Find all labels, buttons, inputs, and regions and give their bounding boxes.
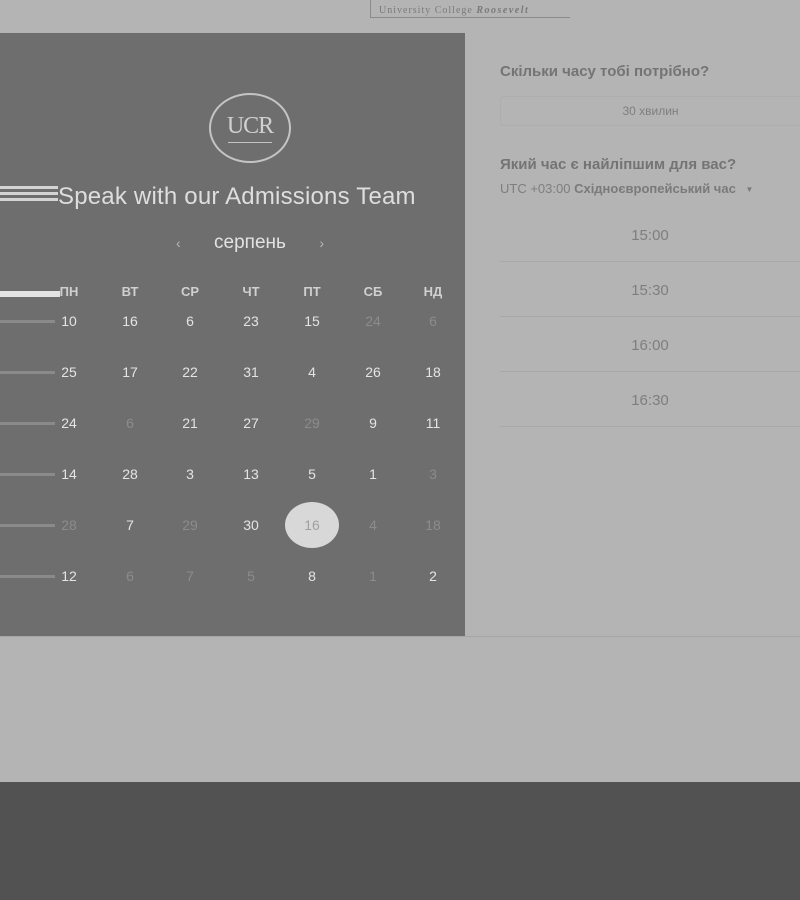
duration-question: Скільки часу тобі потрібно? [500, 63, 710, 80]
calendar-day[interactable]: 10 [49, 306, 89, 336]
duration-select[interactable]: 30 хвилин [500, 96, 800, 126]
booking-panel: Скільки часу тобі потрібно? 30 хвилин Як… [465, 33, 800, 636]
weekday-label: НД [423, 284, 443, 299]
calendar-day[interactable]: 8 [292, 561, 332, 591]
calendar-day[interactable]: 23 [231, 306, 271, 336]
calendar-day[interactable]: 21 [170, 408, 210, 438]
calendar-day[interactable]: 2 [413, 561, 453, 591]
calendar-day: 24 [365, 313, 381, 329]
title-decor-line [0, 192, 58, 195]
week-decor-line [0, 422, 55, 425]
ucr-logo-underline [228, 141, 272, 143]
month-navigation: ‹ серпень › [170, 229, 330, 257]
ucr-logo-text: UCR [226, 112, 274, 139]
month-label: серпень [214, 232, 286, 253]
calendar-day: 4 [369, 517, 377, 533]
calendar-week-row: 28 7 29 30 16 4 18 [0, 502, 465, 548]
calendar-day: 6 [429, 313, 437, 329]
calendar-day: 29 [182, 517, 198, 533]
week-decor-line [0, 575, 55, 578]
calendar-day[interactable]: 25 [49, 357, 89, 387]
calendar-day[interactable]: 12 [49, 561, 89, 591]
week-decor-line [0, 524, 55, 527]
calendar-day[interactable]: 16 [110, 306, 150, 336]
weekday-label: СР [180, 284, 200, 299]
calendar-day[interactable]: 1 [353, 459, 393, 489]
calendar-day[interactable]: 9 [353, 408, 393, 438]
page-footer [0, 782, 800, 900]
weekday-label: ПН [59, 284, 79, 299]
title-decor-line [0, 198, 58, 201]
time-slot[interactable]: 16:00 [500, 320, 800, 372]
timezone-select[interactable]: UTC +03:00 Східноєвропейський час ▼ [500, 181, 753, 196]
weekday-label: ЧТ [242, 284, 260, 299]
calendar-week-row: 25 17 22 31 4 26 18 [0, 357, 465, 387]
calendar-title-row: Speak with our Admissions Team [0, 181, 465, 217]
title-decor-line [0, 186, 58, 189]
calendar-day[interactable]: 27 [231, 408, 271, 438]
ucr-logo: UCR [209, 93, 291, 163]
calendar-day[interactable]: 30 [231, 510, 271, 540]
time-slot[interactable]: 15:30 [500, 265, 800, 317]
calendar-panel: UCR Speak with our Admissions Team ‹ сер… [0, 33, 465, 636]
calendar-day[interactable]: 13 [231, 459, 271, 489]
calendar-day[interactable]: 6 [170, 306, 210, 336]
calendar-day[interactable]: 24 [49, 408, 89, 438]
calendar-day[interactable]: 11 [413, 408, 453, 438]
calendar-day[interactable]: 18 [413, 357, 453, 387]
content-divider [0, 636, 800, 637]
calendar-day[interactable]: 31 [231, 357, 271, 387]
timezone-name: Східноєвропейський час [574, 181, 736, 196]
week-decor-line [0, 473, 55, 476]
calendar-day-selected[interactable]: 16 [285, 502, 339, 548]
weekday-label: ПТ [303, 284, 321, 299]
calendar-day: 1 [369, 568, 377, 584]
calendar-day[interactable]: 7 [110, 510, 150, 540]
week-decor-line [0, 371, 55, 374]
calendar-day[interactable]: 15 [292, 306, 332, 336]
calendar-day[interactable]: 26 [353, 357, 393, 387]
time-question: Який час є найліпшим для вас? [500, 156, 737, 173]
calendar-day[interactable]: 22 [170, 357, 210, 387]
calendar-day[interactable]: 4 [292, 357, 332, 387]
header-logo-text: University College [379, 5, 473, 16]
time-slot[interactable]: 15:00 [500, 210, 800, 262]
calendar-day: 3 [429, 466, 437, 482]
time-slot[interactable]: 16:30 [500, 375, 800, 427]
calendar-day[interactable]: 5 [292, 459, 332, 489]
chevron-right-icon[interactable]: › [313, 235, 330, 251]
week-decor-line [0, 320, 55, 323]
weekday-label: ВТ [121, 284, 139, 299]
calendar-week-row: 14 28 3 13 5 1 3 [0, 459, 465, 489]
calendar-week-row: 24 6 21 27 29 9 11 [0, 408, 465, 438]
calendar-title: Speak with our Admissions Team [58, 183, 416, 210]
calendar-day: 6 [126, 415, 134, 431]
timezone-offset: UTC +03:00 [500, 181, 571, 196]
caret-down-icon: ▼ [745, 185, 754, 195]
calendar-week-row: 10 16 6 23 15 24 6 [0, 306, 465, 336]
calendar-day: 29 [304, 415, 320, 431]
weekday-header: ПН ВТ СР ЧТ ПТ СБ НД [0, 284, 465, 304]
calendar-day: 5 [247, 568, 255, 584]
calendar-day: 28 [61, 517, 77, 533]
calendar-day: 18 [425, 517, 441, 533]
calendar-day: 6 [126, 568, 134, 584]
header-logo-text-italic: Roosevelt [476, 5, 530, 16]
weekday-label: СБ [363, 284, 383, 299]
header-logo[interactable]: University College Roosevelt [370, 0, 570, 18]
chevron-left-icon[interactable]: ‹ [170, 235, 187, 251]
calendar-day[interactable]: 3 [170, 459, 210, 489]
calendar-day[interactable]: 17 [110, 357, 150, 387]
calendar-day[interactable]: 28 [110, 459, 150, 489]
calendar-day[interactable]: 14 [49, 459, 89, 489]
calendar-week-row: 12 6 7 5 8 1 2 [0, 561, 465, 591]
calendar-day: 7 [186, 568, 194, 584]
